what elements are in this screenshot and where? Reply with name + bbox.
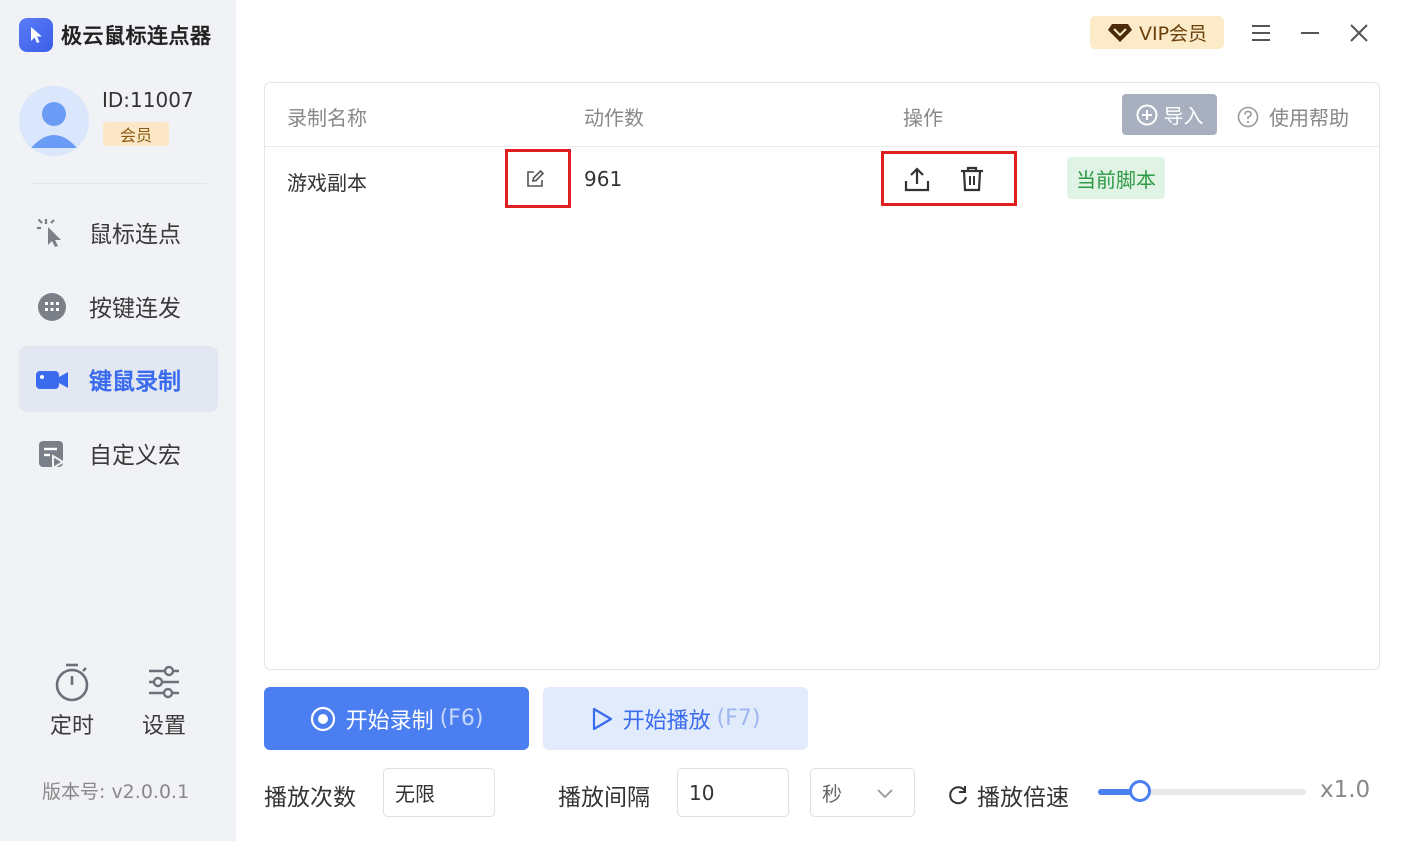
vip-button[interactable]: VIP会员 xyxy=(1090,16,1224,49)
start-playback-hotkey: (F7) xyxy=(716,706,761,731)
play-interval-input[interactable]: 10 xyxy=(677,768,789,817)
sliders-icon xyxy=(134,660,194,704)
play-count-label: 播放次数 xyxy=(264,785,356,811)
playback-speed-value: x1.0 xyxy=(1320,777,1371,803)
interval-unit-value: 秒 xyxy=(822,782,842,806)
macro-icon xyxy=(36,439,68,469)
operation-highlight-box xyxy=(881,151,1017,206)
keyboard-icon xyxy=(36,292,68,322)
speed-slider-handle[interactable] xyxy=(1128,780,1151,802)
sidebar-divider xyxy=(32,183,206,184)
version-text: 版本号: v2.0.0.1 xyxy=(42,781,190,803)
recordings-table: 录制名称 动作数 操作 导入 使用帮助 游戏副本 961 当前脚本 xyxy=(264,82,1380,670)
timer-button[interactable]: 定时 xyxy=(42,660,102,740)
start-recording-label: 开始录制 xyxy=(345,708,434,734)
help-link[interactable]: 使用帮助 xyxy=(1237,102,1349,131)
plus-circle-icon xyxy=(1136,104,1158,126)
app-logo-icon xyxy=(19,18,53,52)
start-recording-hotkey: (F6) xyxy=(439,706,484,731)
play-icon xyxy=(591,707,613,731)
close-icon[interactable] xyxy=(1347,20,1371,46)
sidebar-item-key-repeat[interactable]: 按键连发 xyxy=(19,273,218,339)
user-id: ID:11007 xyxy=(102,88,194,112)
minimize-icon[interactable] xyxy=(1298,20,1322,46)
settings-label: 设置 xyxy=(141,714,186,739)
chevron-down-icon xyxy=(876,784,894,802)
settings-button[interactable]: 设置 xyxy=(134,660,194,740)
sidebar-item-label: 键鼠录制 xyxy=(89,369,181,395)
play-count-input[interactable]: 无限 xyxy=(383,768,495,817)
current-script-badge: 当前脚本 xyxy=(1067,157,1165,199)
sidebar: 极云鼠标连点器 ID:11007 会员 鼠标连点 按键连发 键鼠录制 自定义宏 … xyxy=(0,0,236,841)
column-header-name: 录制名称 xyxy=(287,106,367,130)
menu-icon[interactable] xyxy=(1249,20,1273,46)
app-header: 极云鼠标连点器 xyxy=(19,18,212,52)
sidebar-item-label: 按键连发 xyxy=(89,296,181,322)
app-title: 极云鼠标连点器 xyxy=(61,24,212,48)
start-recording-button[interactable]: 开始录制 (F6) xyxy=(264,687,529,750)
diamond-icon xyxy=(1107,23,1133,43)
recording-name: 游戏副本 xyxy=(287,171,367,195)
sidebar-item-custom-macro[interactable]: 自定义宏 xyxy=(19,420,218,486)
avatar[interactable] xyxy=(19,86,89,156)
start-playback-label: 开始播放 xyxy=(622,708,711,734)
video-camera-icon xyxy=(36,365,68,395)
cursor-click-icon xyxy=(36,218,68,248)
table-header: 录制名称 动作数 操作 导入 使用帮助 xyxy=(265,83,1379,147)
sidebar-item-recording[interactable]: 键鼠录制 xyxy=(19,346,218,412)
timer-label: 定时 xyxy=(49,714,94,739)
column-header-actions: 动作数 xyxy=(584,106,644,130)
vip-label: VIP会员 xyxy=(1138,23,1208,45)
question-circle-icon xyxy=(1237,106,1259,128)
action-count: 961 xyxy=(584,167,623,191)
play-interval-label: 播放间隔 xyxy=(558,785,650,811)
member-badge: 会员 xyxy=(103,122,169,146)
sidebar-item-mouse-click[interactable]: 鼠标连点 xyxy=(19,199,218,265)
sidebar-item-label: 鼠标连点 xyxy=(89,222,181,248)
interval-unit-select[interactable]: 秒 xyxy=(810,768,915,817)
table-row[interactable]: 游戏副本 961 当前脚本 xyxy=(265,147,1379,211)
start-playback-button[interactable]: 开始播放 (F7) xyxy=(543,687,808,750)
user-profile: ID:11007 会员 xyxy=(19,86,219,156)
column-header-operation: 操作 xyxy=(903,106,943,130)
record-icon xyxy=(310,706,336,732)
import-button[interactable]: 导入 xyxy=(1122,94,1217,135)
refresh-icon[interactable] xyxy=(947,784,969,806)
playback-speed-label: 播放倍速 xyxy=(947,778,1069,812)
edit-highlight-box xyxy=(505,149,571,208)
help-label: 使用帮助 xyxy=(1269,106,1349,130)
playback-speed-text: 播放倍速 xyxy=(977,785,1069,811)
sidebar-item-label: 自定义宏 xyxy=(89,443,181,469)
timer-icon xyxy=(42,660,102,704)
import-label: 导入 xyxy=(1163,104,1204,128)
